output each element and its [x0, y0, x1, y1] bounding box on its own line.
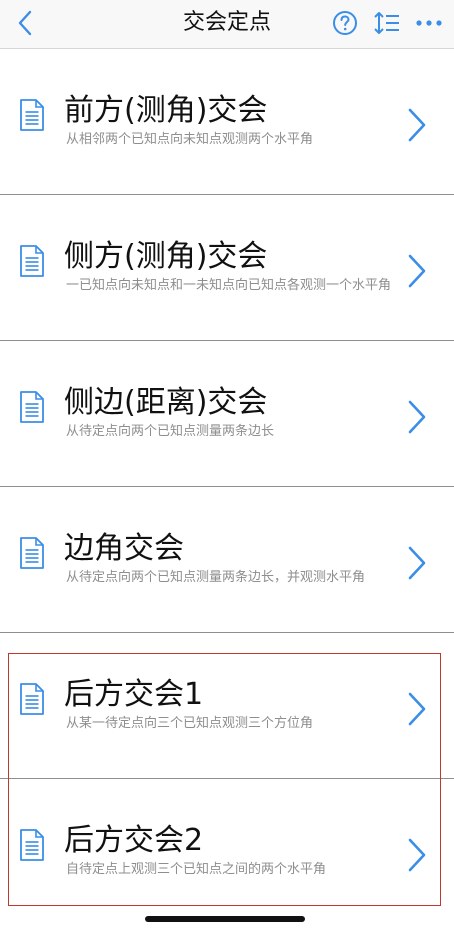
item-title: 边角交会 — [64, 531, 184, 566]
sort-list-icon — [374, 12, 399, 34]
item-title: 后方交会1 — [64, 677, 204, 712]
nav-actions — [330, 8, 444, 38]
item-title: 后方交会2 — [64, 823, 204, 858]
document-icon — [20, 391, 44, 423]
document-icon — [20, 245, 44, 277]
more-button[interactable] — [414, 8, 444, 38]
navigation-bar: 交会定点 — [0, 0, 454, 49]
item-subtitle: 从某一待定点向三个已知点观测三个方位角 — [66, 716, 314, 731]
home-indicator[interactable] — [145, 916, 305, 922]
item-subtitle: 自待定点上观测三个已知点之间的两个水平角 — [66, 862, 327, 877]
document-icon — [20, 829, 44, 861]
list-item[interactable]: 后方交会1 从某一待定点向三个已知点观测三个方位角 — [0, 633, 454, 779]
chevron-right-icon — [408, 108, 426, 142]
item-title: 侧边(距离)交会 — [64, 385, 268, 420]
chevron-right-icon — [408, 692, 426, 726]
item-subtitle: 一已知点向未知点和一未知点向已知点各观测一个水平角 — [66, 278, 392, 293]
item-subtitle: 从待定点向两个已知点测量两条边长，并观测水平角 — [66, 570, 366, 585]
item-subtitle: 从待定点向两个已知点测量两条边长 — [66, 424, 275, 439]
sort-button[interactable] — [372, 8, 402, 38]
help-button[interactable] — [330, 8, 360, 38]
list-item[interactable]: 侧边(距离)交会 从待定点向两个已知点测量两条边长 — [0, 341, 454, 487]
list-item[interactable]: 前方(测角)交会 从相邻两个已知点向未知点观测两个水平角 — [0, 49, 454, 195]
document-icon — [20, 683, 44, 715]
document-icon — [20, 99, 44, 131]
method-list: 前方(测角)交会 从相邻两个已知点向未知点观测两个水平角 侧方(测角)交会 一已… — [0, 49, 454, 925]
document-icon — [20, 537, 44, 569]
chevron-right-icon — [408, 400, 426, 434]
item-title: 侧方(测角)交会 — [64, 239, 268, 274]
chevron-right-icon — [408, 546, 426, 580]
list-item[interactable]: 侧方(测角)交会 一已知点向未知点和一未知点向已知点各观测一个水平角 — [0, 195, 454, 341]
item-title: 前方(测角)交会 — [64, 93, 268, 128]
chevron-right-icon — [408, 838, 426, 872]
question-circle-icon — [333, 11, 357, 35]
chevron-left-icon — [18, 10, 32, 36]
back-button[interactable] — [10, 8, 40, 38]
item-subtitle: 从相邻两个已知点向未知点观测两个水平角 — [66, 132, 314, 147]
more-horizontal-icon — [416, 20, 442, 26]
list-item[interactable]: 后方交会2 自待定点上观测三个已知点之间的两个水平角 — [0, 779, 454, 925]
list-item[interactable]: 边角交会 从待定点向两个已知点测量两条边长，并观测水平角 — [0, 487, 454, 633]
chevron-right-icon — [408, 254, 426, 288]
